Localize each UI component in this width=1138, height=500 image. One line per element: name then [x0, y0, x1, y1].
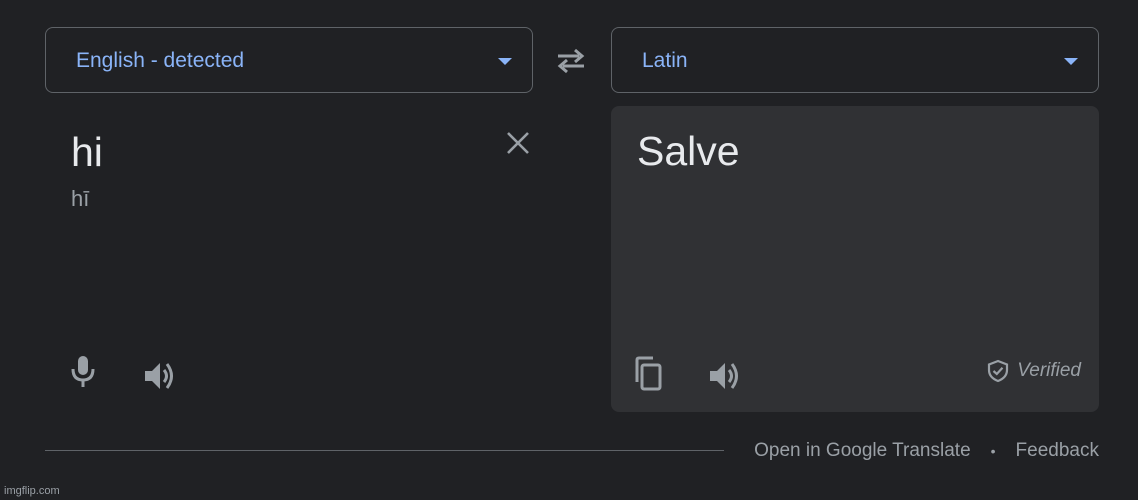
source-text-input[interactable]: hi: [71, 129, 103, 175]
target-language-label: Latin: [642, 49, 688, 72]
verified-label: Verified: [1017, 360, 1081, 381]
source-language-label: English - detected: [76, 49, 245, 72]
copy-icon[interactable]: [631, 356, 663, 392]
swap-icon[interactable]: [555, 47, 587, 75]
translation-result-panel: Salve Verified: [611, 106, 1099, 412]
chevron-down-icon: [498, 58, 512, 65]
watermark: imgflip.com: [4, 485, 60, 497]
verified-shield-icon: [988, 359, 1009, 383]
open-in-google-translate-link[interactable]: Open in Google Translate: [754, 440, 971, 462]
chevron-down-icon: [1064, 58, 1078, 65]
speaker-icon[interactable]: [143, 359, 177, 393]
footer-separator: •: [990, 443, 996, 459]
translation-text: Salve: [637, 128, 740, 174]
verified-badge[interactable]: Verified: [987, 359, 1081, 383]
source-language-select[interactable]: English - detected: [45, 27, 533, 93]
feedback-link[interactable]: Feedback: [1016, 440, 1099, 462]
close-icon[interactable]: [505, 130, 531, 156]
divider: [45, 450, 724, 451]
microphone-icon[interactable]: [70, 355, 96, 389]
source-transliteration: hī: [71, 186, 90, 211]
footer-links: Open in Google Translate • Feedback: [754, 440, 1099, 462]
speaker-icon[interactable]: [708, 359, 742, 393]
target-language-select[interactable]: Latin: [611, 27, 1099, 93]
